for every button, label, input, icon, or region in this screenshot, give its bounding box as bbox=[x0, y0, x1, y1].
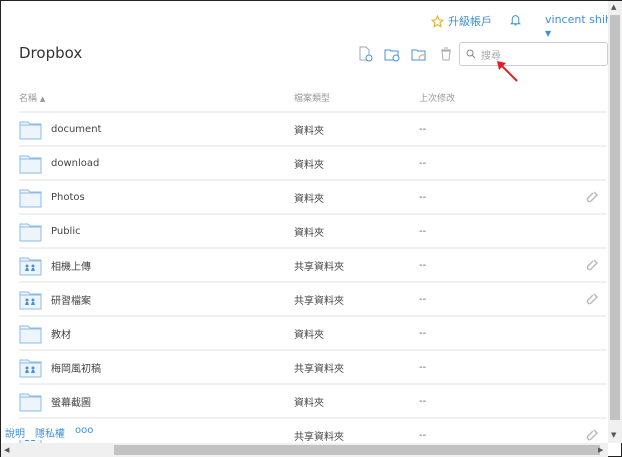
bell-icon bbox=[509, 15, 522, 26]
new-file-icon bbox=[359, 46, 373, 62]
folder-icon bbox=[19, 222, 42, 245]
file-name[interactable]: 教材 bbox=[51, 326, 71, 341]
file-modified: -- bbox=[419, 327, 427, 339]
file-name[interactable]: 螢幕截圖 bbox=[51, 394, 91, 409]
new-file-button[interactable] bbox=[357, 46, 373, 62]
folder-icon bbox=[19, 120, 42, 143]
file-row[interactable]: 相機上傳 共享資料夾 -- bbox=[19, 247, 606, 281]
file-name[interactable]: 梅岡風初稿 bbox=[51, 360, 101, 375]
file-modified: -- bbox=[419, 191, 427, 203]
caret-down-icon: ▼ bbox=[545, 29, 552, 38]
file-modified: -- bbox=[419, 123, 427, 135]
trash-icon bbox=[441, 47, 451, 61]
sort-asc-icon: ▲ bbox=[39, 95, 46, 103]
column-header-name[interactable]: 名稱 ▲ bbox=[19, 91, 45, 104]
share-link-icon[interactable] bbox=[585, 258, 599, 275]
more-button[interactable]: ooo bbox=[75, 425, 93, 440]
delete-button[interactable] bbox=[438, 46, 454, 62]
shared-folder-icon bbox=[19, 290, 42, 313]
star-icon bbox=[431, 14, 444, 28]
folder-icon bbox=[19, 188, 42, 211]
file-name[interactable]: Public bbox=[51, 226, 81, 237]
file-type: 資料夾 bbox=[294, 125, 324, 137]
page-title: Dropbox bbox=[19, 44, 83, 62]
share-link-icon[interactable] bbox=[585, 190, 599, 207]
new-folder-button[interactable] bbox=[384, 46, 400, 62]
file-row[interactable]: 教材 資料夾 -- bbox=[19, 315, 606, 349]
file-modified: -- bbox=[419, 225, 427, 237]
file-modified: -- bbox=[419, 293, 427, 305]
shared-folder-icon bbox=[19, 358, 42, 381]
file-name[interactable]: document bbox=[51, 124, 101, 135]
file-modified: -- bbox=[419, 395, 427, 407]
upgrade-label: 升級帳戶 bbox=[448, 15, 492, 28]
file-type: 資料夾 bbox=[294, 329, 324, 341]
vertical-scrollbar[interactable]: ▲ ▼ bbox=[608, 1, 622, 443]
scroll-left-arrow[interactable]: ◀ bbox=[4, 446, 9, 454]
horizontal-scroll-thumb[interactable] bbox=[114, 445, 600, 455]
help-link[interactable]: 說明 bbox=[5, 425, 25, 440]
new-folder-icon bbox=[384, 49, 400, 62]
file-modified: -- bbox=[419, 361, 427, 373]
file-row[interactable]: Photos 資料夾 -- bbox=[19, 179, 606, 213]
scroll-down-arrow[interactable]: ▼ bbox=[611, 431, 616, 439]
search-input[interactable]: 搜尋 bbox=[459, 42, 608, 66]
file-name[interactable]: 相機上傳 bbox=[51, 258, 91, 273]
file-type: 資料夾 bbox=[294, 227, 324, 239]
folder-icon bbox=[19, 154, 42, 177]
file-name[interactable]: Photos bbox=[51, 192, 85, 203]
search-icon bbox=[466, 49, 476, 59]
horizontal-scrollbar[interactable]: ◀ ▶ bbox=[1, 443, 608, 457]
shared-folder-icon bbox=[411, 49, 426, 61]
file-type: 資料夾 bbox=[294, 159, 324, 171]
file-type: 共享資料夾 bbox=[294, 261, 344, 273]
share-link-icon[interactable] bbox=[585, 292, 599, 309]
column-header-type[interactable]: 檔案類型 bbox=[294, 91, 330, 104]
privacy-link[interactable]: 隱私權 bbox=[35, 425, 65, 440]
vertical-scroll-thumb[interactable] bbox=[610, 15, 620, 420]
scroll-up-arrow[interactable]: ▲ bbox=[611, 3, 616, 11]
shared-folder-button[interactable] bbox=[411, 46, 427, 62]
file-type: 共享資料夾 bbox=[294, 431, 344, 443]
file-modified: -- bbox=[419, 429, 427, 441]
column-header-modified[interactable]: 上次修改 bbox=[419, 91, 455, 104]
file-name[interactable]: download bbox=[51, 158, 99, 169]
file-row[interactable]: download 資料夾 -- bbox=[19, 145, 606, 179]
file-row[interactable]: document 資料夾 -- bbox=[19, 111, 606, 145]
scroll-right-arrow[interactable]: ▶ bbox=[598, 446, 603, 454]
file-row[interactable]: 梅岡風初稿 共享資料夾 -- bbox=[19, 349, 606, 383]
file-type: 共享資料夾 bbox=[294, 363, 344, 375]
file-type: 資料夾 bbox=[294, 193, 324, 205]
file-modified: -- bbox=[419, 157, 427, 169]
file-name[interactable]: 研習檔案 bbox=[51, 292, 91, 307]
file-type: 共享資料夾 bbox=[294, 295, 344, 307]
file-modified: -- bbox=[419, 259, 427, 271]
file-row[interactable]: 螢幕截圖 資料夾 -- bbox=[19, 383, 606, 417]
file-type: 資料夾 bbox=[294, 397, 324, 409]
user-name: vincent shih bbox=[545, 13, 612, 26]
red-arrow-annotation bbox=[497, 61, 518, 82]
folder-icon bbox=[19, 392, 42, 415]
file-row[interactable]: Public 資料夾 -- bbox=[19, 213, 606, 247]
file-row[interactable]: 研習檔案 共享資料夾 -- bbox=[19, 281, 606, 315]
folder-icon bbox=[19, 324, 42, 347]
shared-folder-icon bbox=[19, 256, 42, 279]
upgrade-account-link[interactable]: 升級帳戶 bbox=[431, 13, 492, 29]
notifications-button[interactable] bbox=[509, 12, 522, 31]
